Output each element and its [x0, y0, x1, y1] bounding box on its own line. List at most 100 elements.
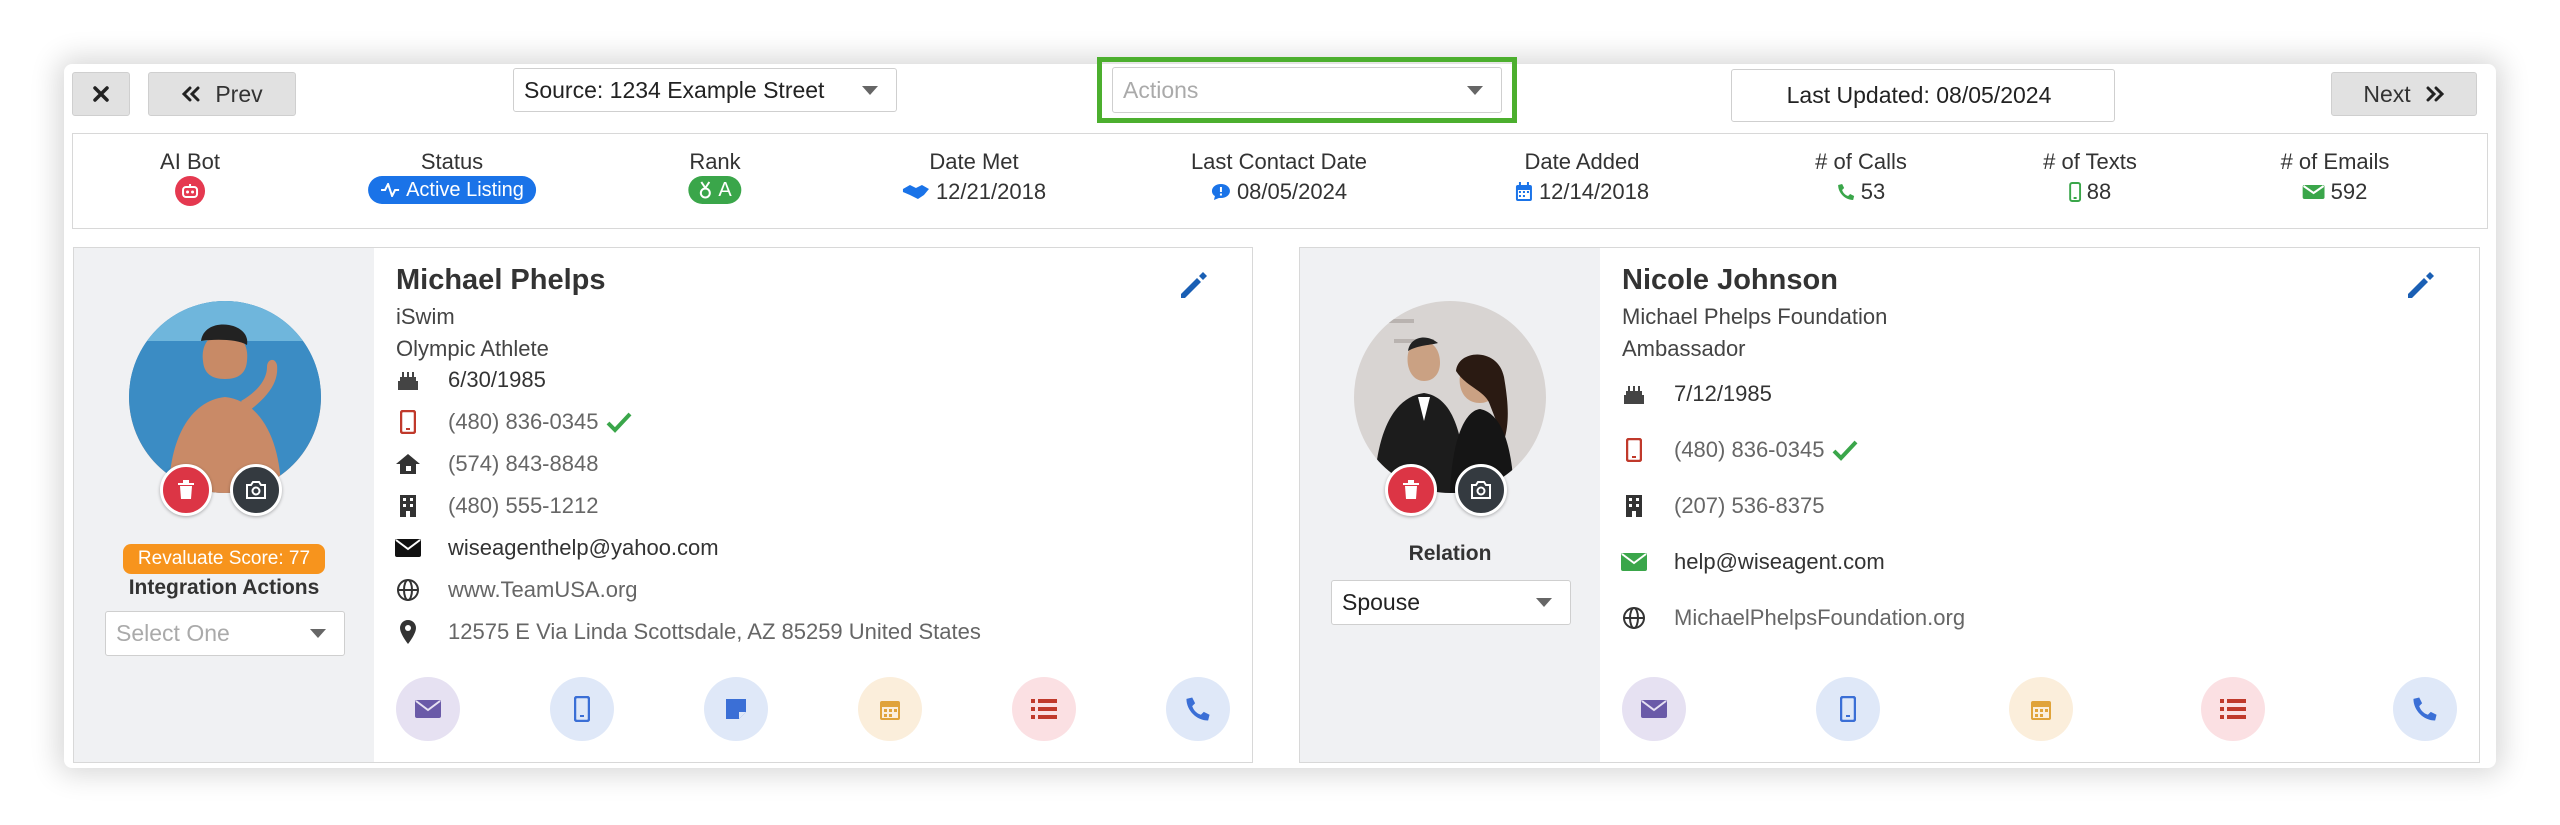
stat-label: AI Bot — [160, 149, 220, 174]
mobile-row: (480) 836-0345 — [1618, 434, 1858, 466]
call-action-button[interactable] — [2393, 677, 2457, 741]
address-value[interactable]: 12575 E Via Linda Scottsdale, AZ 85259 U… — [448, 619, 981, 645]
stat-label: Date Met — [929, 149, 1019, 174]
text-action-button[interactable] — [550, 677, 614, 741]
source-value: Source: 1234 Example Street — [524, 76, 825, 103]
stat-label: # of Calls — [1815, 149, 1907, 174]
calendar-action-button[interactable] — [2009, 677, 2073, 741]
relation-label: Relation — [1408, 542, 1492, 565]
avatar — [1354, 301, 1546, 493]
website-value[interactable]: www.TeamUSA.org — [448, 577, 638, 603]
relation-select[interactable]: Spouse — [1331, 580, 1571, 625]
double-chevron-left-icon — [182, 86, 200, 102]
avatar — [129, 301, 321, 493]
email-action-button[interactable] — [396, 677, 460, 741]
birthday-cake-icon — [1624, 386, 1644, 404]
upload-photo-button[interactable] — [230, 464, 282, 516]
contact-sidebar: Revaluate Score: 77 Integration Actions … — [74, 248, 374, 762]
contact-card-relation: Relation Spouse Nicole Johnson Michael P… — [1299, 247, 2480, 763]
envelope-icon — [395, 539, 421, 557]
couple-photo — [1354, 301, 1546, 493]
contact-sidebar: Relation Spouse — [1300, 248, 1600, 762]
birthday-value: 6/30/1985 — [448, 367, 546, 392]
stats-bar: AI Bot Status Active Listing Rank A Date… — [72, 133, 2488, 229]
close-button[interactable] — [72, 72, 130, 116]
integration-select[interactable]: Select One — [105, 611, 345, 656]
last-updated-text: Last Updated: 08/05/2024 — [1786, 82, 2052, 108]
website-value[interactable]: MichaelPhelpsFoundation.org — [1674, 605, 1965, 631]
close-icon — [93, 86, 109, 102]
stat-label: Status — [420, 149, 484, 174]
comment-alert-icon — [1211, 184, 1230, 200]
edit-icon[interactable] — [2404, 270, 2436, 302]
double-chevron-right-icon — [2426, 86, 2444, 102]
contact-card-primary: Revaluate Score: 77 Integration Actions … — [73, 247, 1253, 763]
stat-emails: # of Emails 592 — [2281, 148, 2390, 208]
list-icon — [1031, 699, 1057, 719]
sticky-note-icon — [726, 699, 746, 719]
actions-select[interactable]: Actions — [1112, 67, 1502, 113]
email-value[interactable]: help@wiseagent.com — [1674, 549, 1885, 575]
home-icon — [396, 454, 420, 474]
building-icon — [1626, 495, 1642, 517]
birthday-cake-icon — [398, 372, 418, 390]
calendar-icon — [880, 701, 900, 720]
website-row: www.TeamUSA.org — [392, 574, 638, 606]
mobile-icon — [2068, 182, 2081, 202]
last-updated-box: Last Updated: 08/05/2024 — [1731, 69, 2115, 122]
mobile-value[interactable]: (480) 836-0345 — [1674, 437, 1824, 463]
prev-button[interactable]: Prev — [148, 72, 296, 116]
phone-icon — [1186, 697, 1210, 721]
mobile-row: (480) 836-0345 — [392, 406, 632, 438]
email-action-button[interactable] — [1622, 677, 1686, 741]
globe-icon — [397, 579, 419, 601]
note-action-button[interactable] — [704, 677, 768, 741]
envelope-icon — [2302, 185, 2325, 199]
next-label: Next — [2363, 80, 2411, 107]
trash-icon — [178, 480, 194, 499]
calendar-action-button[interactable] — [858, 677, 922, 741]
delete-photo-button[interactable] — [1385, 464, 1437, 516]
task-list-action-button[interactable] — [2201, 677, 2265, 741]
office-phone-row: (480) 555-1212 — [392, 490, 598, 522]
actions-placeholder: Actions — [1123, 76, 1199, 103]
upload-photo-button[interactable] — [1455, 464, 1507, 516]
email-row: wiseagenthelp@yahoo.com — [392, 532, 719, 564]
email-value[interactable]: wiseagenthelp@yahoo.com — [448, 535, 719, 561]
office-phone-value[interactable]: (480) 555-1212 — [448, 493, 598, 519]
office-phone-value[interactable]: (207) 536-8375 — [1674, 493, 1824, 519]
calls-value: 53 — [1860, 179, 1886, 204]
verified-check-icon — [1833, 440, 1858, 461]
mobile-value[interactable]: (480) 836-0345 — [448, 409, 598, 435]
task-list-action-button[interactable] — [1012, 677, 1076, 741]
home-phone-value[interactable]: (574) 843-8848 — [448, 451, 598, 477]
next-button[interactable]: Next — [2331, 72, 2477, 116]
rank-badge[interactable]: A — [688, 176, 742, 204]
stat-label: Date Added — [1524, 149, 1640, 174]
stat-label: # of Texts — [2043, 149, 2137, 174]
email-row: help@wiseagent.com — [1618, 546, 1885, 578]
robot-icon[interactable] — [174, 176, 205, 206]
home-phone-row: (574) 843-8848 — [392, 448, 598, 480]
birthday-row: 7/12/1985 — [1618, 378, 1772, 410]
envelope-icon — [1621, 553, 1647, 571]
chevron-down-icon — [862, 85, 878, 95]
stat-date-added: Date Added 12/14/2018 — [1515, 148, 1649, 208]
birthday-row: 6/30/1985 — [392, 364, 546, 396]
contact-company: Michael Phelps Foundation — [1622, 304, 1888, 329]
text-action-button[interactable] — [1816, 677, 1880, 741]
status-badge[interactable]: Active Listing — [368, 176, 536, 204]
delete-photo-button[interactable] — [160, 464, 212, 516]
mobile-icon — [574, 696, 590, 722]
website-row: MichaelPhelpsFoundation.org — [1618, 602, 1965, 634]
revaluate-score-badge[interactable]: Revaluate Score: 77 — [123, 544, 325, 574]
pulse-icon — [381, 183, 400, 197]
call-action-button[interactable] — [1166, 677, 1230, 741]
edit-icon[interactable] — [1177, 270, 1209, 302]
trash-icon — [1403, 480, 1419, 499]
chevron-down-icon — [1536, 598, 1552, 607]
texts-value: 88 — [2086, 179, 2112, 204]
source-select[interactable]: Source: 1234 Example Street — [513, 68, 897, 112]
prev-label: Prev — [215, 80, 263, 107]
medal-icon — [699, 181, 711, 199]
